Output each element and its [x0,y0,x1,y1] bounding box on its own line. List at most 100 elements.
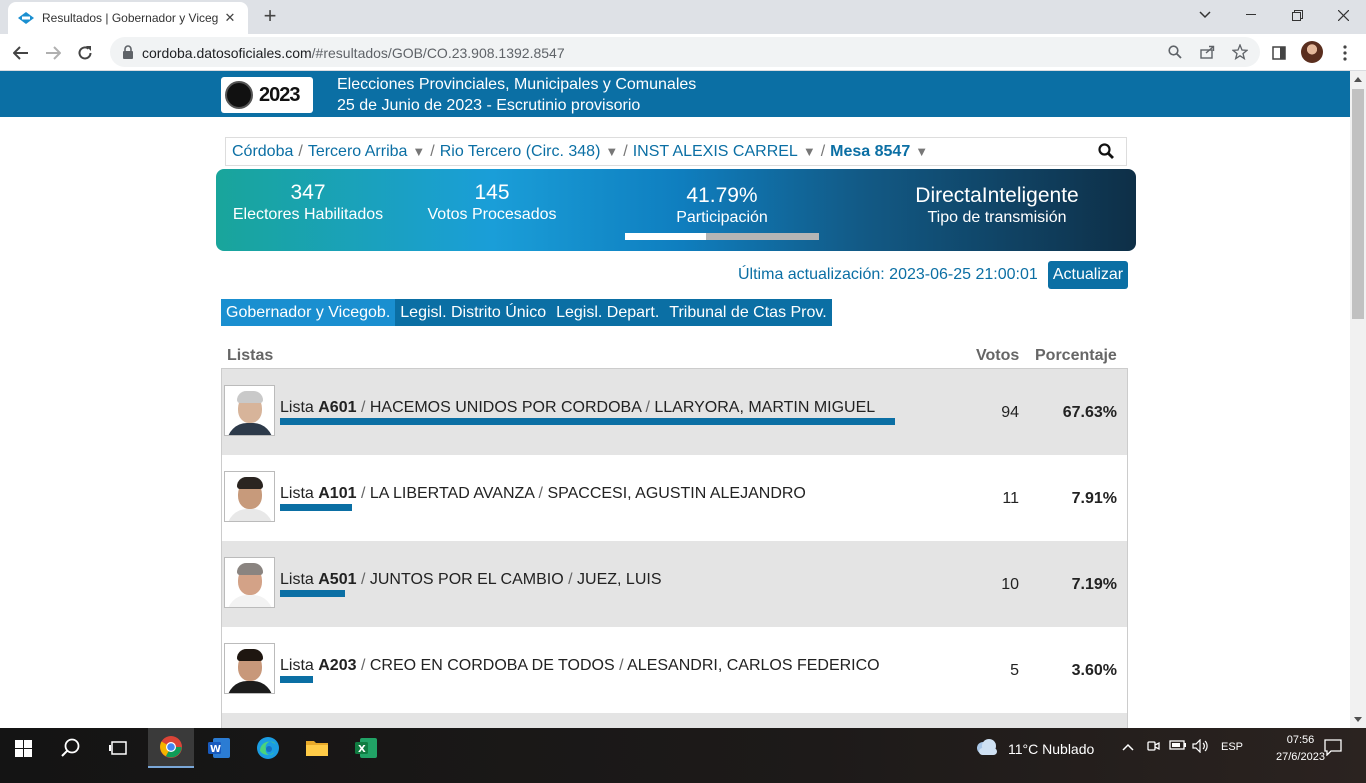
results-table: Lista A601 / HACEMOS UNIDOS POR CORDOBA … [221,368,1128,728]
language-indicator[interactable]: ESP [1221,741,1243,753]
more-menu-icon[interactable] [1334,42,1356,64]
vote-count: 10 [1001,576,1019,593]
vote-share-bar [280,676,313,683]
stats-banner: 347 Electores Habilitados 145 Votos Proc… [216,169,1136,251]
clock-date: 27/6/2023 [1276,751,1325,763]
table-row[interactable]: Lista A601 / HACEMOS UNIDOS POR CORDOBA … [222,369,1127,455]
votos-value: 145 [474,181,510,204]
address-bar[interactable]: cordoba.datosoficiales.com/#resultados/G… [110,37,1260,67]
breadcrumb-item-circuit[interactable]: Rio Tercero (Circ. 348) [440,143,601,161]
caret-down-icon[interactable]: ▼ [412,144,425,159]
logo-year: 2023 [259,83,300,106]
share-icon[interactable] [1199,43,1217,61]
scroll-down-icon[interactable] [1354,716,1362,724]
candidate-photo [224,385,275,436]
profile-avatar[interactable] [1301,41,1323,63]
vote-count: 11 [1002,490,1019,507]
svg-text:X: X [358,744,366,755]
stat-votos: 145 Votos Procesados [412,181,572,225]
excel-icon[interactable]: X [343,728,389,768]
battery-icon[interactable] [1169,739,1187,754]
bookmark-star-icon[interactable] [1231,43,1249,61]
electores-label: Electores Habilitados [232,206,384,223]
breadcrumb-item-department[interactable]: Tercero Arriba [308,143,408,161]
vote-percentage: 67.63% [1062,404,1117,421]
browser-tab-strip: Resultados | Gobernador y Viceg ✕ + [0,0,1366,34]
vote-percentage: 7.91% [1071,490,1117,507]
browser-toolbar: cordoba.datosoficiales.com/#resultados/G… [0,34,1366,71]
participacion-value: 41.79% [686,184,758,207]
search-icon[interactable] [1098,143,1116,161]
scrollbar-thumb[interactable] [1352,89,1364,319]
windows-start-icon[interactable] [0,728,46,768]
close-tab-icon[interactable]: ✕ [222,10,238,26]
participacion-label: Participación [676,209,768,226]
election-tabs: Gobernador y Vicegob. Legisl. Distrito Ú… [221,299,832,326]
volume-icon[interactable] [1192,738,1210,756]
table-row-partial [222,713,1127,728]
tab-legisl-depart[interactable]: Legisl. Depart. [551,299,664,326]
vote-count: 5 [1010,662,1019,679]
close-window-icon[interactable] [1320,0,1366,30]
forward-arrow-icon[interactable] [40,40,66,66]
tab-search-chevron-down-icon[interactable] [1182,0,1228,30]
update-button[interactable]: Actualizar [1048,261,1128,289]
vote-share-bar [280,504,352,511]
table-row[interactable]: Lista A101 / LA LIBERTAD AVANZA / SPACCE… [222,455,1127,541]
edge-icon[interactable] [245,728,291,768]
cloud-icon [974,738,1000,759]
column-header-listas: Listas [227,347,274,364]
back-arrow-icon[interactable] [8,40,34,66]
side-panel-icon[interactable] [1268,42,1290,64]
breadcrumb-item-mesa[interactable]: Mesa 8547 [830,143,910,161]
zoom-search-icon[interactable] [1166,43,1184,61]
table-row[interactable]: Lista A501 / JUNTOS POR EL CAMBIO / JUEZ… [222,541,1127,627]
scroll-up-icon[interactable] [1354,75,1362,83]
browser-tab[interactable]: Resultados | Gobernador y Viceg ✕ [8,2,248,34]
page-scrollbar[interactable] [1350,71,1366,728]
meet-now-icon[interactable] [1146,739,1160,756]
lock-icon [122,45,134,59]
participation-progress-bar [625,233,819,240]
file-explorer-icon[interactable] [294,728,340,768]
breadcrumb-item-province[interactable]: Córdoba [232,143,293,161]
tab-legisl-distrito-unico[interactable]: Legisl. Distrito Único [395,299,551,326]
show-hidden-icons-chevron-up-icon[interactable] [1122,739,1134,754]
search-icon[interactable] [48,728,94,768]
election-logo[interactable]: 2023 [221,77,313,113]
new-tab-button[interactable]: + [258,5,282,28]
candidate-photo [224,471,275,522]
candidate-photo [224,557,275,608]
table-row[interactable]: Lista A203 / CREO EN CORDOBA DE TODOS / … [222,627,1127,713]
breadcrumb-item-school[interactable]: INST ALEXIS CARREL [633,143,798,161]
electores-value: 347 [290,181,326,204]
caret-down-icon[interactable]: ▼ [915,144,928,159]
vote-share-bar [280,590,345,597]
task-view-icon[interactable] [96,728,142,768]
breadcrumb: Córdoba / Tercero Arriba ▼ / Rio Tercero… [225,137,1127,166]
notifications-icon[interactable] [1324,738,1342,759]
reload-icon[interactable] [72,40,98,66]
transmision-value: DirectaInteligente [915,184,1079,207]
url-text: cordoba.datosoficiales.com/#resultados/G… [142,45,565,61]
column-header-porcentaje: Porcentaje [1035,347,1117,364]
word-icon[interactable]: W [196,728,242,768]
list-description: Lista A101 / LA LIBERTAD AVANZA / SPACCE… [280,485,806,502]
weather-widget[interactable]: 11°C Nublado [974,738,1094,759]
weather-text: 11°C Nublado [1008,740,1095,757]
minimize-icon[interactable] [1228,0,1274,30]
system-clock[interactable]: 07:56 27/6/2023 [1276,732,1325,766]
caret-down-icon[interactable]: ▼ [803,144,816,159]
page-title: Elecciones Provinciales, Municipales y C… [337,76,697,93]
chrome-icon[interactable] [148,728,194,768]
stat-electores: 347 Electores Habilitados [226,181,390,225]
tab-tribunal-ctas[interactable]: Tribunal de Ctas Prov. [664,299,831,326]
breadcrumb-separator: / [430,142,435,160]
restore-icon[interactable] [1274,0,1320,30]
page-subtitle: 25 de Junio de 2023 - Escrutinio proviso… [337,97,641,114]
caret-down-icon[interactable]: ▼ [605,144,618,159]
vote-share-bar [280,418,895,425]
tab-gobernador[interactable]: Gobernador y Vicegob. [221,299,396,326]
site-favicon-icon [18,10,34,26]
breadcrumb-separator: / [298,142,303,160]
